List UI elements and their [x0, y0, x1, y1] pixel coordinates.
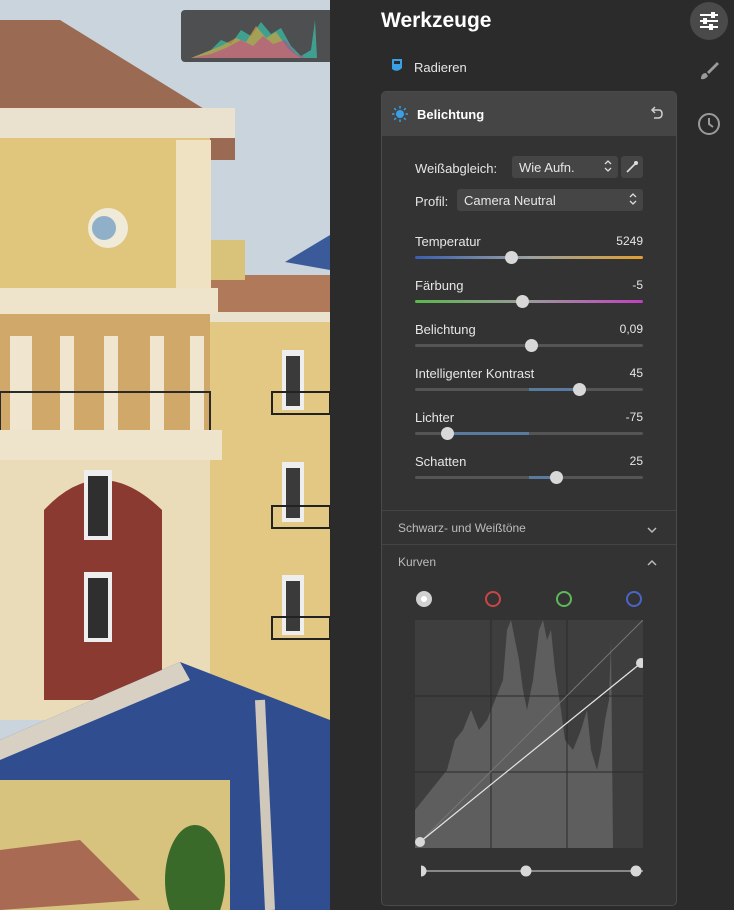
exposure-slider[interactable]: Belichtung 0,09 [415, 322, 643, 358]
slider-value: 25 [629, 454, 643, 468]
chevron-down-icon[interactable] [646, 522, 658, 540]
highlights-slider[interactable]: Lichter -75 [415, 410, 643, 446]
slider-label: Schatten [415, 454, 467, 469]
slider-value: 45 [629, 366, 643, 380]
curve-histogram [415, 620, 613, 848]
shadows-slider[interactable]: Schatten 25 [415, 454, 643, 490]
slider-fill [529, 388, 580, 391]
slider-knob[interactable] [440, 427, 454, 440]
eraser-icon [390, 58, 404, 77]
exposure-header[interactable]: Belichtung [382, 92, 676, 136]
slider-value: 5249 [616, 234, 643, 248]
curve-editor[interactable] [415, 619, 646, 848]
slider-label: Temperatur [415, 234, 481, 249]
updown-chevron-icon [604, 160, 612, 175]
sun-icon [392, 106, 408, 127]
exposure-title: Belichtung [417, 107, 485, 122]
photo-preview [0, 0, 330, 910]
tint-slider[interactable]: Färbung -5 [415, 278, 643, 314]
red-channel-button[interactable] [485, 591, 501, 607]
slider-knob[interactable] [504, 251, 518, 264]
mini-histogram [181, 10, 330, 62]
profile-value: Camera Neutral [464, 193, 556, 208]
sliders-icon[interactable] [690, 2, 728, 40]
slider-knob[interactable] [525, 339, 539, 352]
range-knob-low[interactable] [415, 865, 427, 877]
brush-icon[interactable] [690, 52, 728, 90]
range-knob-mid[interactable] [520, 865, 532, 877]
temperature-slider[interactable]: Temperatur 5249 [415, 234, 643, 270]
slider-knob[interactable] [573, 383, 587, 396]
curve-point-black[interactable] [415, 837, 425, 847]
curve-range-slider[interactable] [415, 864, 643, 878]
erase-tool-row[interactable]: Radieren [390, 56, 467, 78]
updown-chevron-icon [629, 193, 637, 208]
clock-icon[interactable] [690, 105, 728, 143]
white-balance-select[interactable]: Wie Aufn. [512, 156, 618, 178]
slider-value: -5 [632, 278, 643, 292]
slider-value: -75 [625, 410, 643, 424]
chevron-up-icon[interactable] [646, 555, 658, 573]
divider [382, 544, 676, 545]
profile-label: Profil: [415, 194, 449, 209]
tools-panel: Werkzeuge Radieren Belichtung Weißabglei… [330, 0, 734, 910]
slider-label: Belichtung [415, 322, 476, 337]
exposure-card: Belichtung Weißabgleich: Wie Aufn. Profi [381, 91, 677, 906]
green-channel-button[interactable] [556, 591, 572, 607]
profile-select[interactable]: Camera Neutral [457, 189, 643, 211]
slider-fill [446, 432, 529, 435]
luminance-channel-button[interactable] [416, 591, 432, 607]
slider-knob[interactable] [550, 471, 564, 484]
building-photo [0, 0, 330, 910]
slider-value: 0,09 [619, 322, 643, 336]
reset-icon[interactable] [648, 105, 664, 126]
eyedropper-icon [626, 161, 638, 173]
slider-track[interactable] [415, 256, 643, 259]
range-knob-high[interactable] [630, 865, 642, 877]
slider-label: Färbung [415, 278, 464, 293]
slider-label: Lichter [415, 410, 455, 425]
white-balance-value: Wie Aufn. [519, 160, 575, 175]
slider-knob[interactable] [516, 295, 530, 308]
eyedropper-button[interactable] [621, 156, 643, 178]
divider [382, 510, 676, 511]
panel-title: Werkzeuge [381, 9, 492, 32]
smart-contrast-slider[interactable]: Intelligenter Kontrast 45 [415, 366, 643, 402]
white-balance-label: Weißabgleich: [415, 161, 498, 176]
curves-section-label[interactable]: Kurven [398, 555, 436, 569]
black-white-section-label[interactable]: Schwarz- und Weißtöne [398, 521, 526, 535]
blue-channel-button[interactable] [626, 591, 642, 607]
erase-label: Radieren [414, 59, 467, 75]
slider-label: Intelligenter Kontrast [415, 366, 535, 381]
